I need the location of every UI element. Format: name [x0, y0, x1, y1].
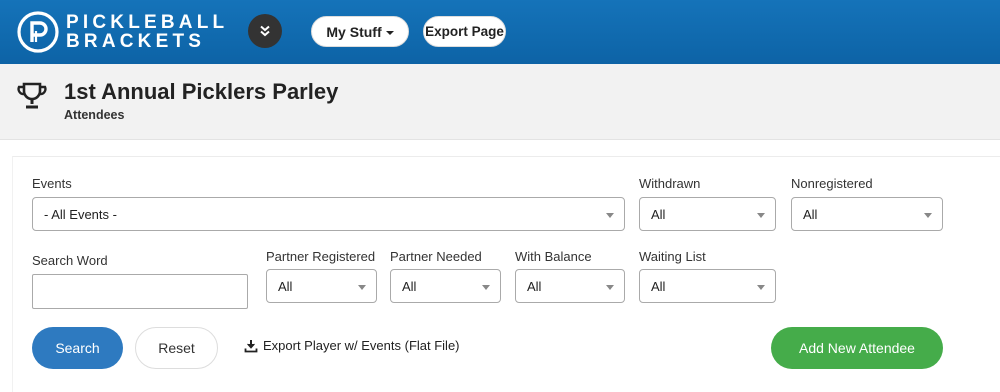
with-balance-label: With Balance: [515, 249, 592, 264]
nonregistered-select-value: All: [803, 206, 818, 222]
pickleball-logo-icon[interactable]: [17, 11, 59, 53]
with-balance-select[interactable]: All: [515, 269, 625, 303]
partner-needed-select[interactable]: All: [390, 269, 501, 303]
dropdown-arrow-icon: [482, 285, 490, 290]
waiting-list-select[interactable]: All: [639, 269, 776, 303]
events-label: Events: [32, 176, 72, 191]
page-header: 1st Annual Picklers Parley Attendees: [0, 64, 1000, 140]
dropdown-arrow-icon: [757, 285, 765, 290]
search-button[interactable]: Search: [32, 327, 123, 369]
export-flat-file-link[interactable]: Export Player w/ Events (Flat File): [244, 338, 460, 353]
export-page-button[interactable]: Export Page: [423, 16, 506, 47]
withdrawn-select-value: All: [651, 206, 666, 222]
my-stuff-dropdown[interactable]: My Stuff: [311, 16, 409, 47]
brand-line-1: PICKLEBALL: [66, 12, 229, 33]
nonregistered-select[interactable]: All: [791, 197, 943, 231]
brand-line-2: BRACKETS: [66, 31, 206, 52]
nonregistered-label: Nonregistered: [791, 176, 873, 191]
page-subtitle: Attendees: [64, 108, 125, 122]
dropdown-arrow-icon: [924, 213, 932, 218]
top-navbar: PICKLEBALL BRACKETS My Stuff Export Page: [0, 0, 1000, 64]
page-title: 1st Annual Picklers Parley: [64, 79, 339, 104]
withdrawn-select[interactable]: All: [639, 197, 776, 231]
with-balance-select-value: All: [527, 278, 542, 294]
dropdown-arrow-icon: [606, 213, 614, 218]
withdrawn-label: Withdrawn: [639, 176, 701, 191]
download-icon: [244, 339, 258, 352]
export-flat-file-label: Export Player w/ Events (Flat File): [263, 338, 460, 353]
reset-button[interactable]: Reset: [135, 327, 218, 369]
partner-registered-select[interactable]: All: [266, 269, 377, 303]
dropdown-arrow-icon: [358, 285, 366, 290]
search-word-label: Search Word: [32, 253, 108, 268]
expand-menu-button[interactable]: [248, 14, 282, 48]
events-select[interactable]: - All Events -: [32, 197, 625, 231]
partner-registered-label: Partner Registered: [266, 249, 376, 264]
my-stuff-label: My Stuff: [326, 23, 382, 40]
add-new-attendee-button[interactable]: Add New Attendee: [771, 327, 943, 369]
dropdown-arrow-icon: [757, 213, 765, 218]
partner-registered-select-value: All: [278, 278, 293, 294]
events-select-value: - All Events -: [44, 206, 117, 222]
waiting-list-label: Waiting List: [639, 249, 706, 264]
partner-needed-label: Partner Needed: [390, 249, 482, 264]
waiting-list-select-value: All: [651, 278, 666, 294]
brand-wordmark[interactable]: PICKLEBALL BRACKETS: [66, 13, 228, 51]
trophy-icon: [17, 82, 47, 109]
caret-down-icon: [385, 30, 394, 35]
double-chevron-down-icon: [260, 25, 270, 37]
partner-needed-select-value: All: [402, 278, 417, 294]
dropdown-arrow-icon: [606, 285, 614, 290]
search-word-input[interactable]: [32, 274, 248, 309]
